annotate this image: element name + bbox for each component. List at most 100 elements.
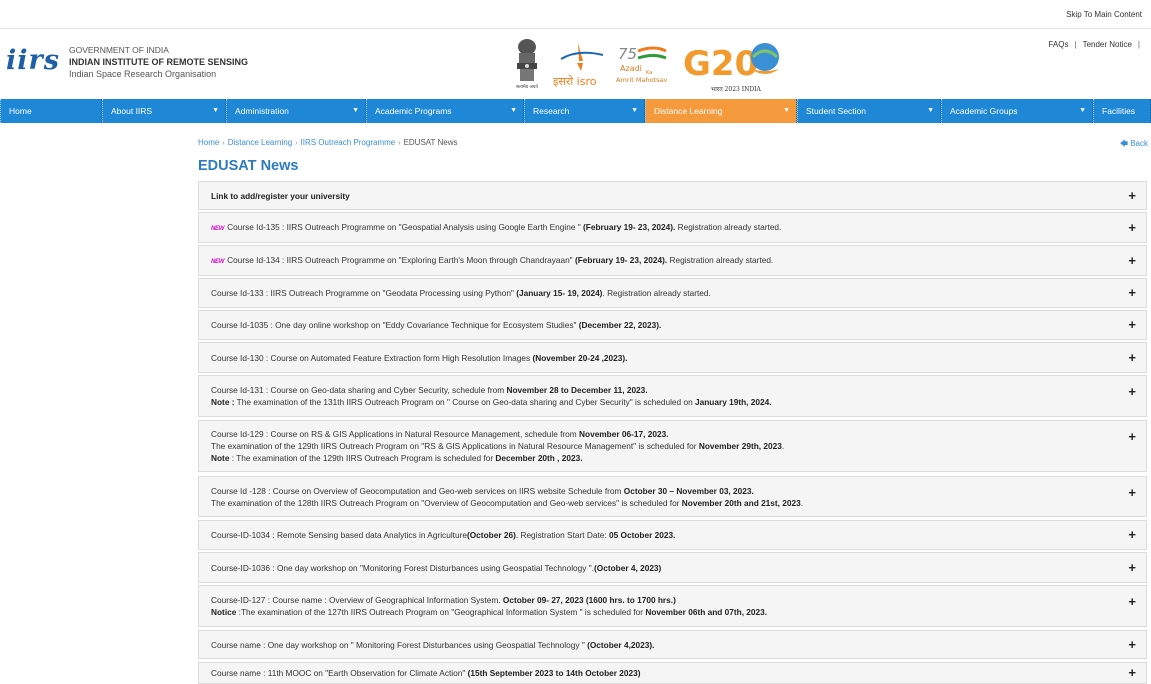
accordion-item-text: November 29th, 2023 [698, 441, 782, 451]
back-arrow-icon: 🡄 [1119, 139, 1128, 148]
accordion-item-text: : The examination of the 129th IIRS Outr… [229, 453, 496, 463]
top-links: FAQs | Tender Notice | [1048, 40, 1146, 49]
iirs-logo[interactable]: iirs [6, 45, 60, 76]
top-strip: Skip To Main Content [0, 0, 1151, 29]
accordion-item[interactable]: Course Id-131 : Course on Geo-data shari… [198, 375, 1147, 417]
back-label: Back [1130, 139, 1148, 148]
accordion-item-text: (February 19- 23, 2024). [583, 221, 676, 232]
accordion-item-line: The examination of the 128th IIRS Outrea… [211, 497, 1116, 509]
g20-text: G20 [683, 44, 758, 84]
accordion-item[interactable]: Course name : 11th MOOC on "Earth Observ… [198, 662, 1147, 684]
accordion-item[interactable]: Course Id-130 : Course on Automated Feat… [198, 342, 1147, 373]
nav-label: Administration [235, 106, 289, 116]
accordion-item[interactable]: Course name : One day workshop on " Moni… [198, 630, 1147, 659]
expand-plus-icon[interactable]: + [1128, 430, 1136, 443]
caret-down-icon: ▼ [510, 107, 517, 114]
accordion-item-text: December 20th , 2023. [495, 453, 583, 463]
accordion-item[interactable]: Course Id-129 : Course on RS & GIS Appli… [198, 420, 1147, 472]
accordion-item-line: Note : The examination of the 131th IIRS… [211, 396, 1116, 408]
expand-plus-icon[interactable]: + [1128, 561, 1136, 574]
nav-academic-groups[interactable]: Academic Groups ▼ [941, 99, 1093, 123]
back-link[interactable]: 🡄 Back [1120, 138, 1148, 152]
tender-notice-link[interactable]: Tender Notice [1083, 40, 1132, 49]
accordion-item[interactable]: Course Id-133 : IIRS Outreach Programme … [198, 278, 1147, 308]
caret-down-icon: ▼ [631, 107, 638, 114]
nav-academic-programs[interactable]: Academic Programs ▼ [366, 99, 524, 123]
expand-plus-icon[interactable]: + [1128, 318, 1136, 331]
expand-plus-icon[interactable]: + [1128, 528, 1136, 541]
accordion-item-text: Course Id-135 : IIRS Outreach Programme … [227, 221, 584, 232]
nav-research[interactable]: Research ▼ [524, 99, 645, 123]
nav-home[interactable]: Home [0, 99, 102, 123]
accordion-item-text: November 20th and 21st, 2023 [681, 497, 801, 508]
expand-plus-icon[interactable]: + [1128, 638, 1136, 651]
breadcrumb-distance-learning[interactable]: Distance Learning [228, 138, 292, 147]
expand-plus-icon[interactable]: + [1128, 666, 1136, 679]
svg-text:75: 75 [618, 45, 637, 63]
accordion-item-text: November 06th and 07th, 2023. [645, 607, 768, 617]
accordion-item[interactable]: Course Id-1035 : One day online workshop… [198, 310, 1147, 340]
accordion-item-line: Course Id-1035 : One day online workshop… [211, 319, 1116, 331]
accordion-item-line: Link to add/register your university [211, 190, 1116, 202]
accordion-item[interactable]: Course-ID-1034 : Remote Sensing based da… [198, 520, 1147, 550]
accordion-item[interactable]: Link to add/register your university + [198, 181, 1147, 210]
accordion-item-text: October 09- 27, 2023 (1600 hrs. to 1700 … [502, 595, 676, 605]
azadi-line-3: Amrit Mahotsav [616, 76, 667, 84]
accordion-item[interactable]: NEW Course Id-135 : IIRS Outreach Program… [198, 212, 1147, 243]
link-separator: | [1137, 40, 1140, 49]
expand-plus-icon[interactable]: + [1128, 595, 1136, 608]
nav-label: Student Section [806, 106, 867, 116]
nav-label: Distance Learning [654, 106, 723, 116]
accordion-item-text: Course-ID-127 : Course name : Overview o… [211, 595, 503, 605]
nav-distance-learning[interactable]: Distance Learning ▼ [645, 99, 797, 123]
azadi-ka-amrit-mahotsav-logo-icon: 75 Azadi Ka Amrit Mahotsav [616, 45, 667, 84]
breadcrumb: Home › Distance Learning › IIRS Outreach Pro… [198, 138, 458, 147]
accordion-item-text: Registration already started. [667, 254, 774, 265]
accordion-item[interactable]: NEW Course Id-134 : IIRS Outreach Program… [198, 245, 1147, 276]
accordion-item-text: Course Id-131 : Course on Geo-data shari… [211, 385, 507, 395]
expand-plus-icon[interactable]: + [1128, 286, 1136, 299]
expand-plus-icon[interactable]: + [1128, 221, 1136, 234]
faqs-link[interactable]: FAQs [1048, 40, 1068, 49]
accordion-item[interactable]: Course-ID-1036 : One day workshop on "Mo… [198, 552, 1147, 583]
page-title: EDUSAT News [198, 158, 299, 174]
nav-administration[interactable]: Administration ▼ [226, 99, 366, 123]
caret-down-icon: ▼ [212, 107, 219, 114]
g20-caption: भारत 2023 INDIA [711, 86, 762, 93]
accordion-item-text: Note [211, 453, 230, 463]
national-emblem-icon [517, 39, 537, 81]
accordion-item-line: Course Id -128 : Course on Overview of G… [211, 485, 1116, 497]
accordion-item-text: The examination of the 129th IIRS Outrea… [211, 441, 699, 451]
accordion-item-text: Course Id-129 : Course on RS & GIS Appli… [211, 429, 580, 439]
skip-to-main-link[interactable]: Skip To Main Content [1066, 10, 1142, 19]
breadcrumb-outreach[interactable]: IIRS Outreach Programme [301, 138, 396, 147]
accordion-item-text: The examination of the 128th IIRS Outrea… [211, 497, 682, 508]
accordion-item-text: . [781, 441, 785, 451]
nav-facilities[interactable]: Facilities [1093, 99, 1151, 123]
nav-label: Academic Groups [950, 106, 1018, 116]
expand-plus-icon[interactable]: + [1128, 486, 1136, 499]
nav-about-iirs[interactable]: About IIRS ▼ [102, 99, 226, 123]
breadcrumb-separator: › [295, 140, 298, 147]
accordion-item[interactable]: Course-ID-127 : Course name : Overview o… [198, 585, 1147, 627]
accordion-item-text: :The examination of the 127th IIRS Outre… [236, 607, 646, 617]
accordion-item-line: Course Id-130 : Course on Automated Feat… [211, 352, 1116, 364]
accordion-item-text: November 28 to December 11, 2023. [506, 385, 648, 395]
expand-plus-icon[interactable]: + [1128, 385, 1136, 398]
accordion-item-text: (15th September 2023 to 14th October 202… [467, 668, 641, 678]
breadcrumb-home[interactable]: Home [198, 138, 219, 147]
accordion-item[interactable]: Course Id -128 : Course on Overview of G… [198, 476, 1147, 517]
nav-student-section[interactable]: Student Section ▼ [797, 99, 941, 123]
accordion-item-line: Course Id-129 : Course on RS & GIS Appli… [211, 428, 1116, 440]
org-line-1: GOVERNMENT OF INDIA [69, 45, 169, 55]
nav-label: Home [9, 106, 32, 116]
accordion-item-text: (October 4,2023). [587, 639, 655, 650]
site-header: iirs GOVERNMENT OF INDIA INDIAN INSTITUT… [0, 29, 1151, 97]
expand-plus-icon[interactable]: + [1128, 189, 1136, 202]
accordion-item-text: Registration already started. [675, 221, 782, 232]
accordion-item-text: Link to add/register your university [211, 190, 350, 201]
nav-label: Facilities [1102, 106, 1136, 116]
expand-plus-icon[interactable]: + [1128, 254, 1136, 267]
expand-plus-icon[interactable]: + [1128, 351, 1136, 364]
accordion-item-text: Course Id-133 : IIRS Outreach Programme … [211, 288, 517, 298]
